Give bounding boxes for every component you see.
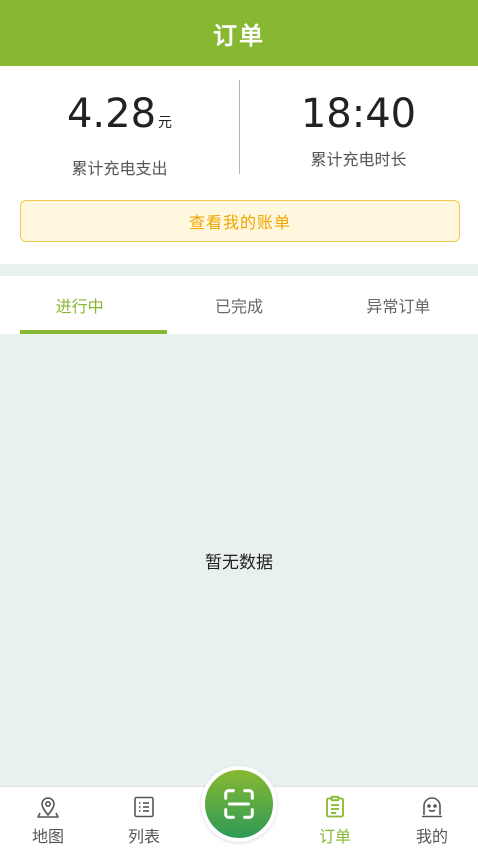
tab-completed[interactable]: 已完成 <box>159 276 318 334</box>
nav-item-orders[interactable]: 订单 <box>300 795 370 849</box>
tab-in-progress-label: 进行中 <box>55 297 104 316</box>
scan-button[interactable] <box>201 766 277 842</box>
page-title: 订单 <box>213 21 265 50</box>
user-face-icon <box>422 797 442 818</box>
empty-state-text: 暂无数据 <box>205 552 273 573</box>
orders-page: 订单 4.28 元 累计充电支出 18:40 累计充电时长 查看我的账单 进行中 … <box>0 0 478 850</box>
total-spend-unit: 元 <box>158 115 173 131</box>
tab-abnormal-orders-label: 异常订单 <box>366 297 431 316</box>
nav-item-map-label: 地图 <box>31 827 64 846</box>
total-duration-stat: 18:40 累计充电时长 <box>239 88 478 178</box>
order-tabs: 进行中 已完成 异常订单 <box>0 276 478 334</box>
total-duration-label: 累计充电时长 <box>310 150 407 169</box>
tab-in-progress[interactable]: 进行中 <box>0 276 167 334</box>
clipboard-icon <box>326 795 344 818</box>
nav-item-map[interactable]: 地图 <box>13 795 83 849</box>
nav-item-mine[interactable]: 我的 <box>397 795 467 849</box>
scan-icon <box>224 789 254 819</box>
tab-abnormal-orders[interactable]: 异常订单 <box>319 276 478 334</box>
total-duration-value: 18:40 <box>300 91 417 137</box>
total-spend-value: 4.28 元 <box>67 88 172 149</box>
total-spend-stat: 4.28 元 累计充电支出 <box>0 88 239 178</box>
nav-item-mine-label: 我的 <box>415 827 448 846</box>
tab-completed-label: 已完成 <box>214 297 263 316</box>
total-spend-label: 累计充电支出 <box>71 159 168 178</box>
total-spend-number: 4.28 <box>66 91 157 137</box>
view-my-bill-button[interactable]: 查看我的账单 <box>20 200 460 242</box>
list-icon <box>134 796 154 818</box>
nav-item-list[interactable]: 列表 <box>109 795 179 849</box>
stats-card: 4.28 元 累计充电支出 18:40 累计充电时长 查看我的账单 <box>0 66 478 264</box>
nav-item-orders-label: 订单 <box>318 827 351 846</box>
map-pin-icon <box>37 797 59 818</box>
order-list-area: 暂无数据 <box>0 334 478 786</box>
top-bar: 订单 <box>0 0 478 66</box>
nav-item-list-label: 列表 <box>127 827 160 846</box>
